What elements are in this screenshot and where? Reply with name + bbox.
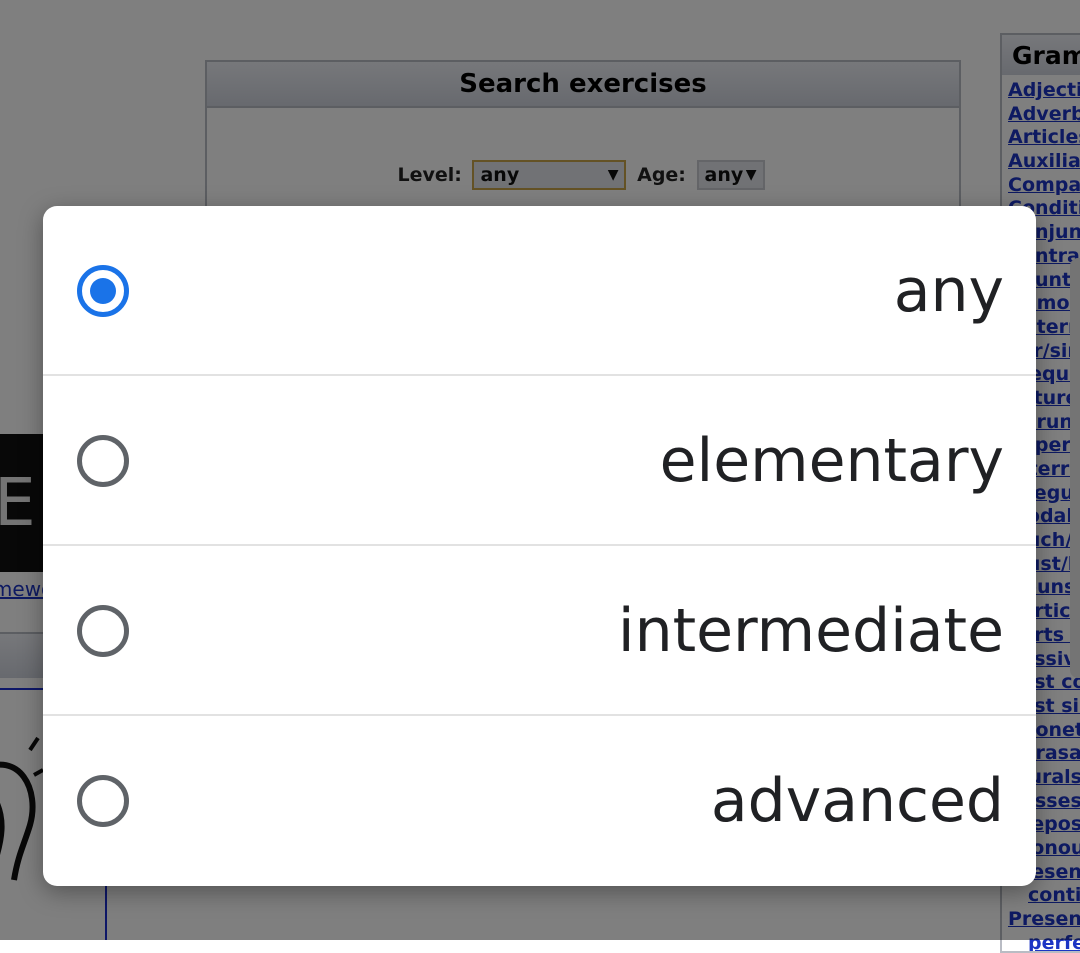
option-label: elementary (659, 426, 1004, 496)
option-label: intermediate (617, 596, 1004, 666)
option-elementary[interactable]: elementary (43, 376, 1036, 546)
radio-button-icon[interactable] (77, 265, 129, 317)
option-advanced[interactable]: advanced (43, 716, 1036, 886)
option-intermediate[interactable]: intermediate (43, 546, 1036, 716)
option-any[interactable]: any (43, 206, 1036, 376)
radio-button-icon[interactable] (77, 435, 129, 487)
radio-button-icon[interactable] (77, 605, 129, 657)
radio-button-icon[interactable] (77, 775, 129, 827)
level-picker-dialog: any elementary intermediate advanced (43, 206, 1036, 886)
option-label: advanced (710, 766, 1004, 836)
option-label: any (893, 256, 1004, 326)
radio-dot-icon (90, 278, 116, 304)
